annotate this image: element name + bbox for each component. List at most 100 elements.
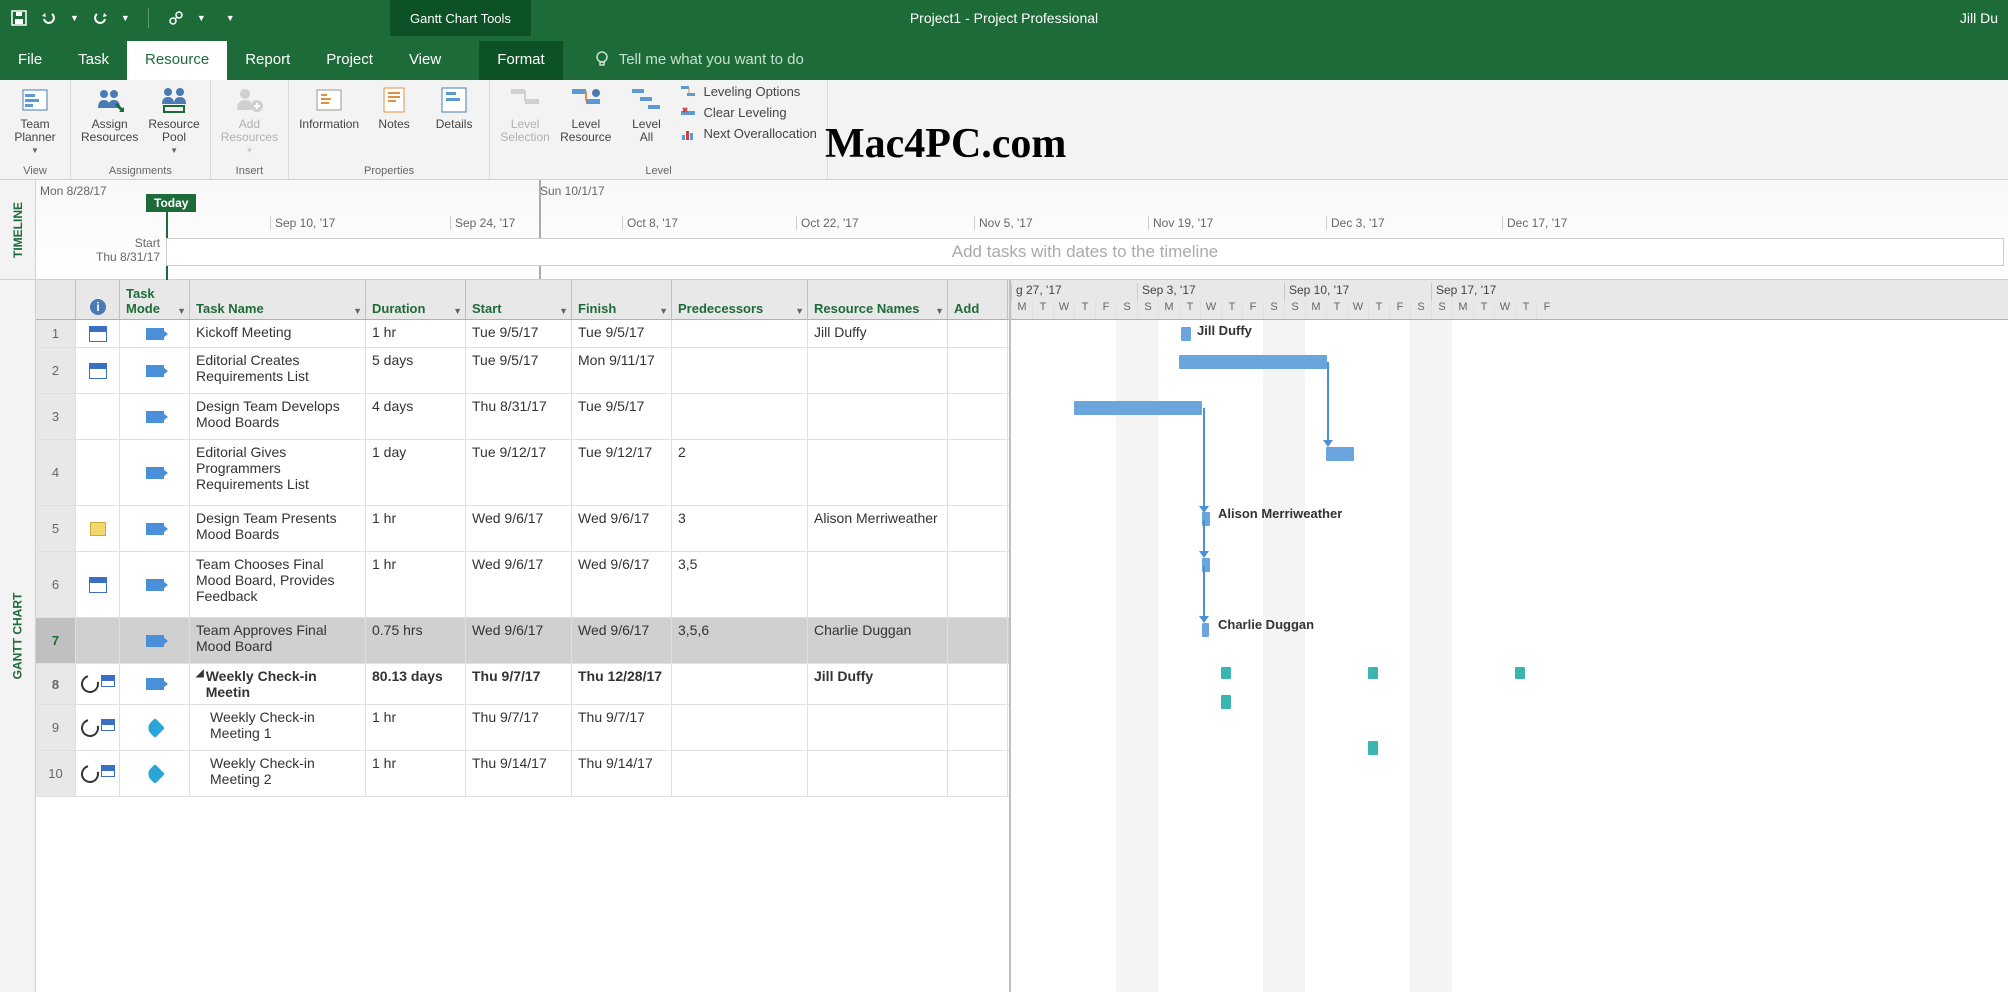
finish-cell[interactable]: Thu 9/14/17 (572, 751, 672, 796)
bar-row-8a[interactable] (1221, 667, 1231, 679)
resource-pool-button[interactable]: Resource Pool▼ (148, 84, 199, 155)
col-resource-names[interactable]: Resource Names▼ (808, 280, 948, 319)
task-mode-cell[interactable] (120, 440, 190, 505)
task-mode-cell[interactable] (120, 552, 190, 617)
predecessors-cell[interactable] (672, 664, 808, 704)
level-resource-button[interactable]: Level Resource (560, 84, 611, 144)
task-name-cell[interactable]: Design Team Develops Mood Boards (190, 394, 366, 439)
tab-report[interactable]: Report (227, 41, 308, 80)
bar-row-2[interactable] (1179, 355, 1327, 369)
duration-cell[interactable]: 80.13 days (366, 664, 466, 704)
resources-cell[interactable] (808, 348, 948, 393)
col-task-mode[interactable]: Task Mode▼ (120, 280, 190, 319)
duration-cell[interactable]: 1 day (366, 440, 466, 505)
duration-cell[interactable]: 0.75 hrs (366, 618, 466, 663)
add-cell[interactable] (948, 705, 1008, 750)
leveling-options-button[interactable]: Leveling Options (681, 84, 816, 99)
bar-row-9[interactable] (1221, 695, 1231, 709)
resources-cell[interactable] (808, 751, 948, 796)
row-number[interactable]: 9 (36, 705, 76, 750)
next-overallocation-button[interactable]: Next Overallocation (681, 126, 816, 141)
task-name-cell[interactable]: ◢Weekly Check-in Meetin (190, 664, 366, 704)
details-button[interactable]: Details (429, 84, 479, 131)
start-cell[interactable]: Wed 9/6/17 (466, 552, 572, 617)
task-grid[interactable]: i Task Mode▼ Task Name▼ Duration▼ Start▼… (36, 280, 1011, 992)
table-row[interactable]: 6Team Chooses Final Mood Board, Provides… (36, 552, 1009, 618)
clear-leveling-button[interactable]: Clear Leveling (681, 105, 816, 120)
add-cell[interactable] (948, 394, 1008, 439)
row-number[interactable]: 6 (36, 552, 76, 617)
add-cell[interactable] (948, 552, 1008, 617)
predecessors-cell[interactable] (672, 320, 808, 347)
finish-cell[interactable]: Wed 9/6/17 (572, 552, 672, 617)
task-name-cell[interactable]: Editorial Gives Programmers Requirements… (190, 440, 366, 505)
task-name-cell[interactable]: Editorial Creates Requirements List (190, 348, 366, 393)
add-cell[interactable] (948, 506, 1008, 551)
duration-cell[interactable]: 4 days (366, 394, 466, 439)
start-cell[interactable]: Wed 9/6/17 (466, 618, 572, 663)
row-number[interactable]: 5 (36, 506, 76, 551)
start-cell[interactable]: Thu 9/7/17 (466, 705, 572, 750)
tab-project[interactable]: Project (308, 41, 391, 80)
duration-cell[interactable]: 1 hr (366, 320, 466, 347)
predecessors-cell[interactable] (672, 705, 808, 750)
save-icon[interactable] (10, 9, 28, 27)
resources-cell[interactable] (808, 394, 948, 439)
start-cell[interactable]: Thu 9/7/17 (466, 664, 572, 704)
col-finish[interactable]: Finish▼ (572, 280, 672, 319)
start-cell[interactable]: Thu 9/14/17 (466, 751, 572, 796)
row-number[interactable]: 2 (36, 348, 76, 393)
start-cell[interactable]: Thu 8/31/17 (466, 394, 572, 439)
row-number[interactable]: 3 (36, 394, 76, 439)
predecessors-cell[interactable]: 3,5 (672, 552, 808, 617)
tab-file[interactable]: File (0, 41, 60, 80)
task-mode-cell[interactable] (120, 394, 190, 439)
information-button[interactable]: Information (299, 84, 359, 131)
predecessors-cell[interactable] (672, 348, 808, 393)
row-number[interactable]: 10 (36, 751, 76, 796)
table-row[interactable]: 8 ◢Weekly Check-in Meetin80.13 daysThu 9/… (36, 664, 1009, 705)
tab-view[interactable]: View (391, 41, 459, 80)
add-cell[interactable] (948, 320, 1008, 347)
task-mode-cell[interactable] (120, 664, 190, 704)
col-task-name[interactable]: Task Name▼ (190, 280, 366, 319)
team-planner-button[interactable]: Team Planner ▼ (10, 84, 60, 155)
tab-resource[interactable]: Resource (127, 41, 227, 80)
timeline-body[interactable]: Mon 8/28/17 Sun 10/1/17 Today Sep 10, '1… (36, 180, 2008, 279)
table-row[interactable]: 4 Editorial Gives Programmers Requirement… (36, 440, 1009, 506)
table-row[interactable]: 5Design Team Presents Mood Boards1 hrWed… (36, 506, 1009, 552)
timeline-add-placeholder[interactable]: Add tasks with dates to the timeline (166, 238, 2004, 266)
row-number[interactable]: 1 (36, 320, 76, 347)
finish-cell[interactable]: Tue 9/5/17 (572, 320, 672, 347)
notes-button[interactable]: Notes (369, 84, 419, 131)
col-rownum[interactable] (36, 280, 76, 319)
row-number[interactable]: 8 (36, 664, 76, 704)
start-cell[interactable]: Tue 9/5/17 (466, 348, 572, 393)
task-mode-cell[interactable] (120, 320, 190, 347)
redo-icon[interactable] (91, 9, 109, 27)
predecessors-cell[interactable]: 3 (672, 506, 808, 551)
predecessors-cell[interactable]: 3,5,6 (672, 618, 808, 663)
finish-cell[interactable]: Thu 12/28/17 (572, 664, 672, 704)
bar-row-4[interactable] (1326, 447, 1354, 461)
add-cell[interactable] (948, 618, 1008, 663)
task-name-cell[interactable]: Design Team Presents Mood Boards (190, 506, 366, 551)
start-cell[interactable]: Tue 9/5/17 (466, 320, 572, 347)
finish-cell[interactable]: Wed 9/6/17 (572, 506, 672, 551)
task-mode-cell[interactable] (120, 348, 190, 393)
table-row[interactable]: 7Team Approves Final Mood Board0.75 hrsW… (36, 618, 1009, 664)
row-number[interactable]: 7 (36, 618, 76, 663)
task-name-cell[interactable]: Kickoff Meeting (190, 320, 366, 347)
task-mode-cell[interactable] (120, 618, 190, 663)
resources-cell[interactable]: Jill Duffy (808, 664, 948, 704)
row-number[interactable]: 4 (36, 440, 76, 505)
resources-cell[interactable] (808, 705, 948, 750)
predecessors-cell[interactable] (672, 394, 808, 439)
col-duration[interactable]: Duration▼ (366, 280, 466, 319)
duration-cell[interactable]: 1 hr (366, 552, 466, 617)
finish-cell[interactable]: Tue 9/12/17 (572, 440, 672, 505)
start-cell[interactable]: Wed 9/6/17 (466, 506, 572, 551)
duration-cell[interactable]: 1 hr (366, 751, 466, 796)
task-name-cell[interactable]: Weekly Check-in Meeting 1 (190, 705, 366, 750)
add-cell[interactable] (948, 348, 1008, 393)
